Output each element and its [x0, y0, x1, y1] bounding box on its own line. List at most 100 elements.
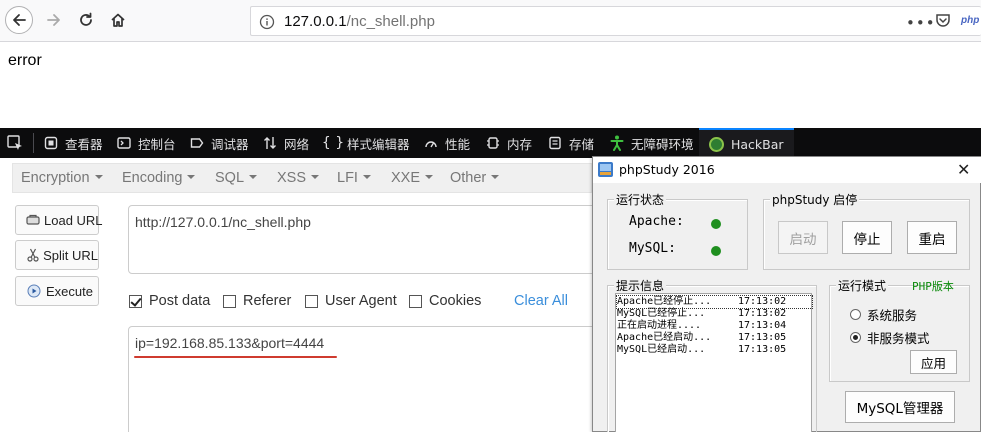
log-row[interactable]: Apache已经停止... 17:13:02 — [616, 295, 813, 309]
menu-encoding[interactable]: Encoding — [122, 170, 196, 186]
mysql-manager-button[interactable]: MySQL管理器 — [845, 391, 955, 423]
log-message: MySQL已经启动... — [617, 344, 706, 355]
devtools-toolbar: 查看器 控制台 调试器 网络 { } 样式编辑器 性能 内存 存储 无障碍环境 … — [0, 128, 981, 158]
mode-service-radio[interactable]: 系统服务 — [850, 305, 917, 324]
status-group: 运行状态 Apache: MySQL: — [607, 191, 748, 270]
log-time: 17:13:05 — [738, 332, 787, 343]
log-row[interactable]: 正在启动进程.... 17:13:04 — [617, 320, 812, 332]
red-underline-annotation — [134, 356, 337, 358]
log-row[interactable]: Apache已经启动... 17:13:05 — [617, 332, 812, 344]
tab-hackbar[interactable]: HackBar — [699, 128, 794, 158]
checkbox-checked[interactable] — [129, 294, 142, 308]
url-path: /nc_shell.php — [346, 13, 435, 30]
log-row[interactable]: MySQL已经启动... 17:13:05 — [617, 344, 812, 356]
user-agent-checkbox[interactable]: User Agent — [305, 293, 397, 309]
toolbar-divider — [33, 133, 34, 153]
tab-accessibility[interactable]: 无障碍环境 — [608, 128, 694, 158]
radio-unselected[interactable] — [850, 309, 861, 320]
restart-button[interactable]: 重启 — [907, 221, 957, 254]
group-label: 运行状态 — [614, 191, 667, 208]
radio-selected[interactable] — [850, 332, 861, 343]
reload-button[interactable] — [72, 6, 100, 34]
log-message: MySQL已经停止... — [617, 308, 706, 319]
tab-network[interactable]: 网络 — [261, 128, 309, 158]
menu-other[interactable]: Other — [450, 170, 500, 186]
page-body-text: error — [8, 52, 42, 69]
start-button[interactable]: 启动 — [778, 221, 828, 254]
menu-xss[interactable]: XSS — [277, 170, 320, 186]
window-title: phpStudy 2016 — [619, 162, 715, 177]
tab-performance[interactable]: 性能 — [422, 128, 470, 158]
php-version-link[interactable]: PHP版本 — [912, 278, 954, 294]
close-icon[interactable]: ✕ — [957, 160, 970, 179]
mysql-label: MySQL: — [629, 241, 676, 256]
mysql-status-icon — [711, 246, 721, 256]
php-extension-icon[interactable]: php — [961, 15, 979, 26]
tab-label: 内存 — [507, 136, 533, 152]
referer-checkbox[interactable]: Referer — [223, 293, 291, 309]
stop-button[interactable]: 停止 — [842, 221, 892, 254]
address-bar[interactable]: 127.0.0.1/nc_shell.php ••• php — [250, 6, 981, 36]
menu-label: XXE — [391, 170, 421, 186]
chevron-down-icon — [491, 175, 500, 179]
tab-label: 调试器 — [211, 136, 249, 152]
url-textarea[interactable]: http://127.0.0.1/nc_shell.php — [128, 205, 598, 274]
log-row[interactable]: MySQL已经停止... 17:13:02 — [617, 308, 812, 320]
phpstudy-logo-icon — [598, 162, 613, 177]
network-icon — [261, 134, 279, 152]
tab-inspector[interactable]: 查看器 — [42, 128, 103, 158]
menu-label: Other — [450, 170, 487, 186]
cookies-checkbox[interactable]: Cookies — [409, 293, 481, 309]
post-data-textarea[interactable]: ip=192.168.85.133&port=4444 — [128, 326, 598, 432]
menu-sql[interactable]: SQL — [215, 170, 258, 186]
log-time: 17:13:04 — [738, 320, 787, 331]
home-button[interactable] — [104, 6, 132, 34]
group-label: 运行模式 — [836, 277, 889, 294]
tab-label: 控制台 — [138, 136, 176, 152]
option-label: Post data — [149, 293, 211, 309]
menu-lfi[interactable]: LFI — [337, 170, 371, 186]
element-picker-icon[interactable] — [6, 134, 24, 152]
mode-nonservice-radio[interactable]: 非服务模式 — [850, 328, 930, 347]
home-icon — [111, 13, 125, 27]
menu-xxe[interactable]: XXE — [391, 170, 434, 186]
tab-style-editor[interactable]: { } 样式编辑器 — [322, 128, 410, 158]
screen: 127.0.0.1/nc_shell.php ••• php error 查看器… — [0, 0, 981, 432]
post-data-checkbox[interactable]: Post data — [129, 293, 210, 309]
memory-icon — [484, 134, 502, 152]
checkbox-unchecked[interactable] — [409, 294, 422, 308]
pocket-icon[interactable] — [934, 12, 952, 30]
menu-label: Encoding — [122, 170, 183, 186]
button-label: Load URL — [44, 212, 103, 228]
tab-memory[interactable]: 内存 — [484, 128, 532, 158]
option-label: Referer — [243, 293, 292, 309]
browser-toolbar: 127.0.0.1/nc_shell.php ••• php — [0, 0, 981, 42]
url-text[interactable]: 127.0.0.1/nc_shell.php — [284, 13, 435, 30]
tab-storage[interactable]: 存储 — [546, 128, 594, 158]
clear-all-link[interactable]: Clear All — [514, 293, 568, 309]
load-url-button[interactable]: Load URL — [15, 205, 103, 235]
tab-label: 查看器 — [65, 136, 103, 152]
apply-button[interactable]: 应用 — [910, 350, 957, 374]
option-label: Cookies — [429, 293, 482, 309]
page-actions-icon[interactable]: ••• — [906, 14, 936, 32]
tab-console[interactable]: 控制台 — [115, 128, 176, 158]
menu-encryption[interactable]: Encryption — [21, 170, 103, 186]
radio-label: 非服务模式 — [867, 331, 930, 346]
checkbox-unchecked[interactable] — [223, 294, 236, 308]
log-listbox[interactable]: Apache已经停止... 17:13:02 MySQL已经停止... 17:13:… — [615, 293, 813, 432]
hackbar-menu: Encryption Encoding SQL XSS LFI XXE Othe… — [12, 163, 592, 193]
checkbox-unchecked[interactable] — [305, 294, 318, 308]
menu-label: SQL — [215, 170, 245, 186]
chevron-down-icon — [362, 175, 371, 179]
execute-button[interactable]: Execute — [15, 276, 99, 306]
forward-button[interactable] — [40, 6, 68, 34]
back-button[interactable] — [5, 6, 33, 34]
url-value: http://127.0.0.1/nc_shell.php — [135, 214, 311, 230]
info-icon[interactable] — [259, 14, 275, 30]
control-group: phpStudy 启停 启动 停止 重启 — [763, 191, 970, 270]
tab-debugger[interactable]: 调试器 — [188, 128, 249, 158]
chevron-down-icon — [425, 175, 434, 179]
log-message: 正在启动进程.... — [617, 320, 702, 331]
split-url-button[interactable]: Split URL — [15, 240, 99, 270]
